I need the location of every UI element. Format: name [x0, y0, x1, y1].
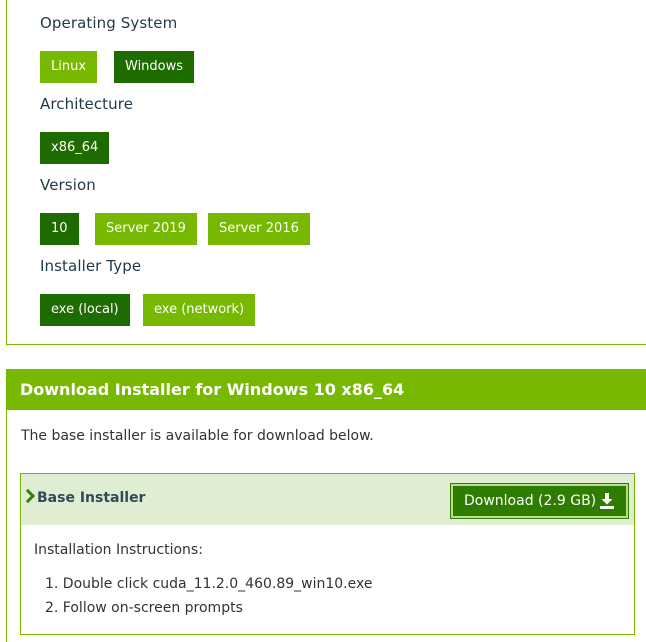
download-icon	[600, 493, 614, 509]
version-option-server-2016[interactable]: Server 2016	[208, 213, 310, 245]
base-installer-header[interactable]: Base Installer Download (2.9 GB)	[20, 474, 634, 525]
installer-option-exe-network[interactable]: exe (network)	[143, 294, 256, 326]
base-installer-section: Base Installer Download (2.9 GB) Install…	[20, 473, 635, 635]
download-button[interactable]: Download (2.9 GB)	[450, 483, 629, 519]
download-description: The base installer is available for down…	[21, 428, 374, 444]
chevron-right-icon[interactable]	[20, 488, 36, 504]
installer-type-heading: Installer Type	[40, 257, 142, 275]
installation-steps: 1. Double click cuda_11.2.0_460.89_win10…	[45, 575, 372, 623]
download-button-label: Download (2.9 GB)	[464, 493, 597, 509]
architecture-heading: Architecture	[40, 95, 134, 113]
installation-step: 2. Follow on-screen prompts	[45, 600, 243, 616]
os-option-linux[interactable]: Linux	[40, 51, 98, 83]
arch-option-x86-64[interactable]: x86_64	[40, 132, 110, 164]
version-heading: Version	[40, 176, 96, 194]
base-installer-title[interactable]: Base Installer	[37, 490, 145, 506]
version-option-10[interactable]: 10	[40, 213, 79, 245]
installation-instructions-title: Installation Instructions:	[34, 542, 203, 558]
installation-step: 1. Double click cuda_11.2.0_460.89_win10…	[45, 576, 373, 592]
os-option-windows[interactable]: Windows	[114, 51, 195, 83]
os-heading: Operating System	[40, 14, 178, 32]
version-option-server-2019[interactable]: Server 2019	[95, 213, 197, 245]
installer-option-exe-local[interactable]: exe (local)	[40, 294, 130, 326]
download-header: Download Installer for Windows 10 x86_64	[6, 369, 646, 410]
